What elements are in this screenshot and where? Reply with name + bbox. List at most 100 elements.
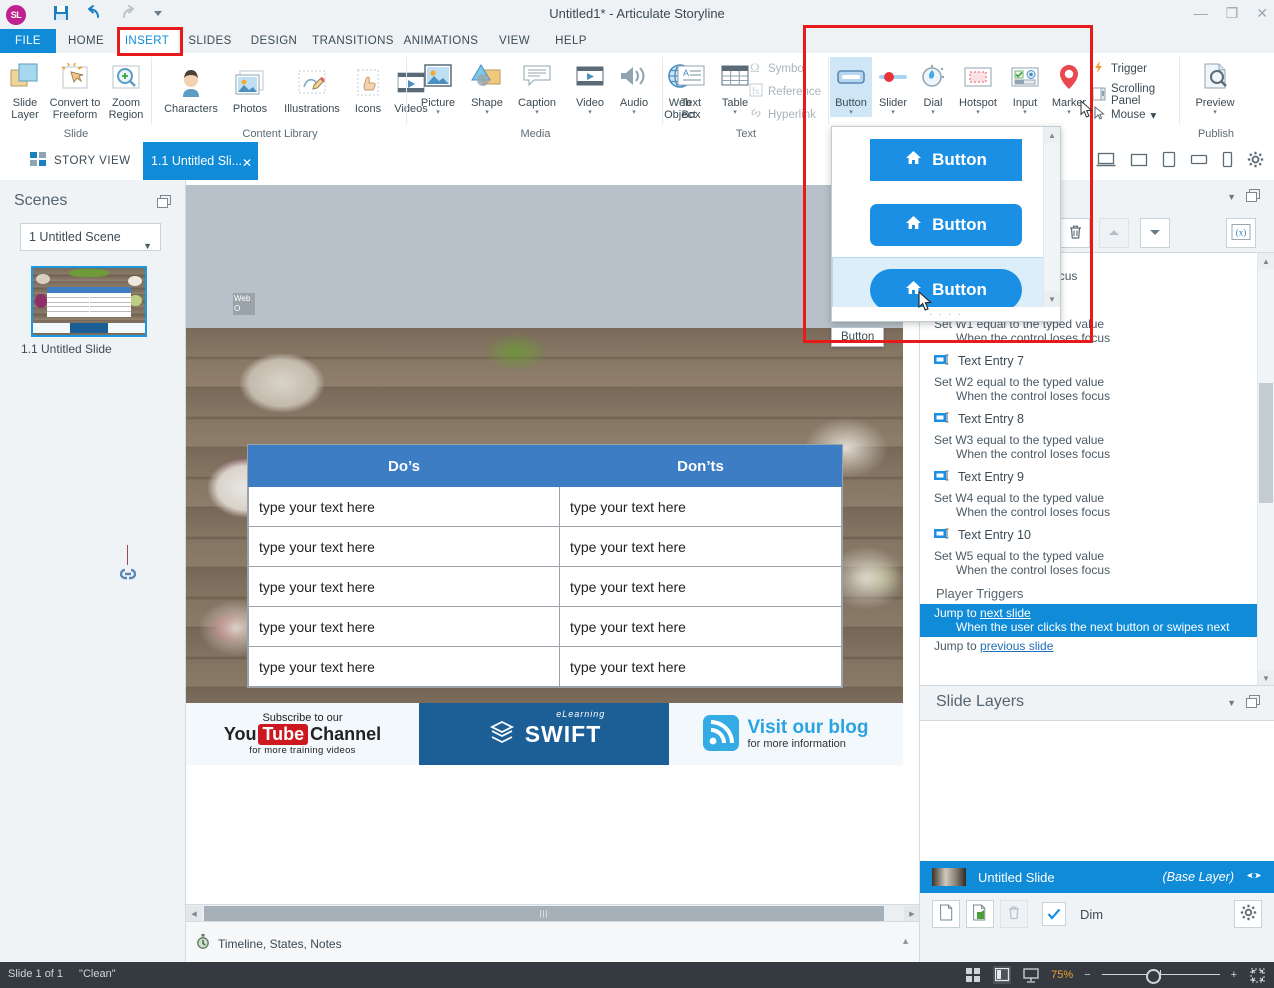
chevron-down-icon[interactable]: ▾ [510, 109, 564, 117]
monitor-icon[interactable] [1130, 152, 1148, 171]
icons-button[interactable]: Icons [349, 63, 387, 115]
normal-view-icon[interactable] [993, 966, 1012, 984]
zoom-region-button[interactable]: Zoom Region [102, 57, 150, 121]
trigger-link-previous-slide[interactable]: previous slide [980, 639, 1053, 653]
timeline-bar[interactable]: Timeline, States, Notes ▲ [186, 921, 920, 962]
chevron-down-icon[interactable]: ▾ [952, 109, 1004, 117]
delete-trigger-button[interactable] [1060, 218, 1090, 248]
blog-banner[interactable]: Visit our blog for more information [669, 703, 903, 765]
tab-file[interactable]: FILE [0, 29, 56, 53]
scroll-up-arrow[interactable]: ▲ [1258, 253, 1274, 269]
table-cell[interactable]: type your text here [559, 606, 842, 647]
illustrations-button[interactable]: Illustrations [275, 63, 349, 115]
video-button[interactable]: Video ▾ [568, 57, 612, 117]
input-button[interactable]: Input ▾ [1004, 57, 1046, 117]
picture-button[interactable]: Picture ▾ [412, 57, 464, 117]
tablet-landscape-icon[interactable] [1190, 153, 1208, 169]
slide-thumbnail[interactable] [31, 266, 147, 337]
slide-layers-popout-icon[interactable] [1246, 695, 1262, 712]
tab-slides[interactable]: SLIDES [182, 29, 238, 53]
trigger-action[interactable]: Set W4 equal to the typed value When the… [920, 489, 1274, 522]
table-cell[interactable]: type your text here [248, 486, 560, 527]
new-layer-button[interactable] [932, 900, 960, 928]
canvas-horizontal-scrollbar[interactable]: ◀ ||| ▶ [186, 904, 920, 922]
tab-view[interactable]: VIEW [492, 29, 537, 53]
characters-button[interactable]: Characters [157, 63, 225, 115]
slide-tab[interactable]: 1.1 Untitled Sli... ✕ [143, 142, 258, 180]
desktop-icon[interactable] [1096, 152, 1116, 171]
table-cell[interactable]: type your text here [559, 486, 842, 527]
trigger-button[interactable]: Trigger [1092, 60, 1147, 77]
mouse-button[interactable]: Mouse ▾ [1092, 105, 1157, 123]
trigger-object[interactable]: Text Entry 7 [920, 348, 1274, 373]
scroll-right-arrow[interactable]: ▶ [904, 906, 920, 921]
table-row[interactable]: type your text here type your text here [248, 486, 842, 527]
table-row[interactable]: type your text here type your text here [248, 646, 842, 687]
gallery-scroll-area[interactable]: Button Button Button [832, 127, 1060, 321]
tab-animations[interactable]: ANIMATIONS [398, 29, 484, 53]
maximize-button[interactable]: ❐ [1226, 6, 1239, 20]
gallery-item-rounded[interactable]: Button [832, 192, 1060, 257]
story-view-tab[interactable]: STORY VIEW [30, 152, 131, 169]
text-box-button[interactable]: A Text Box [669, 57, 713, 121]
eye-icon[interactable] [1246, 870, 1262, 884]
chevron-down-icon[interactable]: ▾ [830, 109, 872, 117]
tab-home[interactable]: HOME [60, 29, 112, 53]
minimize-button[interactable]: — [1194, 6, 1208, 20]
tab-help[interactable]: HELP [546, 29, 596, 53]
table-row[interactable]: type your text here type your text here [248, 566, 842, 607]
base-layer-row[interactable]: Untitled Slide (Base Layer) [920, 861, 1274, 893]
scroll-down-arrow[interactable]: ▼ [1044, 291, 1060, 307]
scene-link-icon[interactable] [118, 545, 138, 584]
zoom-slider[interactable] [1101, 968, 1220, 984]
chevron-down-icon[interactable]: ▾ [1186, 109, 1244, 117]
scroll-down-arrow[interactable]: ▼ [1258, 670, 1274, 686]
trigger-jump-previous[interactable]: Jump to previous slide [920, 637, 1274, 656]
youtube-banner[interactable]: Subscribe to our You Tube Channel for mo… [186, 703, 419, 765]
gallery-vertical-scrollbar[interactable]: ▲ ▼ [1043, 127, 1060, 307]
timeline-expand-icon[interactable]: ▲ [901, 936, 910, 946]
table-cell[interactable]: type your text here [248, 606, 560, 647]
scroll-up-arrow[interactable]: ▲ [1044, 127, 1060, 143]
trigger-action[interactable]: Set W3 equal to the typed value When the… [920, 431, 1274, 464]
table-cell[interactable]: type your text here [248, 646, 560, 687]
scroll-thumb[interactable] [1259, 383, 1273, 503]
chevron-down-icon[interactable]: ▾ [872, 109, 914, 117]
chevron-down-icon[interactable]: ▾ [1151, 108, 1157, 122]
shape-button[interactable]: Shape ▾ [464, 57, 510, 117]
chevron-down-icon[interactable]: ▼ [1227, 192, 1236, 202]
dial-button[interactable]: Dial ▾ [914, 57, 952, 117]
variables-button[interactable]: (x) [1226, 218, 1256, 248]
insert-button-button[interactable]: Button ▾ [830, 57, 872, 117]
move-down-button[interactable] [1140, 218, 1170, 248]
zoom-slider-knob[interactable] [1145, 969, 1161, 984]
layer-settings-button[interactable] [1234, 900, 1262, 928]
table-cell[interactable]: type your text here [559, 526, 842, 567]
zoom-in-button[interactable]: + [1231, 969, 1237, 981]
triggers-vertical-scrollbar[interactable]: ▲ ▼ [1257, 253, 1274, 686]
slide-stage[interactable]: Web O Do’s Don’ts type your text here ty… [186, 185, 903, 765]
gallery-item-rectangle[interactable]: Button [832, 127, 1060, 192]
tablet-portrait-icon[interactable] [1162, 151, 1176, 171]
button-style-gallery[interactable]: Button Button Button ▲ ▼ · · · · [831, 126, 1061, 322]
chevron-down-icon[interactable]: ▼ [1227, 698, 1236, 708]
scroll-thumb[interactable]: ||| [204, 906, 884, 921]
hotspot-button[interactable]: Hotspot ▾ [952, 57, 1004, 117]
preview-button[interactable]: Preview ▾ [1186, 57, 1244, 117]
story-view-icon[interactable] [964, 966, 982, 984]
audio-button[interactable]: Audio ▾ [612, 57, 656, 117]
phone-icon[interactable] [1222, 151, 1233, 171]
photos-button[interactable]: Photos [225, 63, 275, 115]
duplicate-layer-button[interactable] [966, 900, 994, 928]
scenes-popout-icon[interactable] [157, 195, 173, 212]
slider-button[interactable]: Slider ▾ [872, 57, 914, 117]
table-cell[interactable]: type your text here [248, 526, 560, 567]
fit-to-window-icon[interactable] [1248, 966, 1266, 984]
scrolling-panel-button[interactable]: Scrolling Panel [1092, 83, 1180, 107]
caption-button[interactable]: Caption ▾ [510, 57, 564, 117]
trigger-action[interactable]: Set W5 equal to the typed value When the… [920, 547, 1274, 580]
zoom-out-button[interactable]: − [1084, 969, 1090, 981]
timeline-toggle[interactable]: Timeline, States, Notes [196, 934, 342, 953]
table-row[interactable]: type your text here type your text here [248, 526, 842, 567]
gallery-resize-grip[interactable]: · · · · [832, 307, 1060, 321]
